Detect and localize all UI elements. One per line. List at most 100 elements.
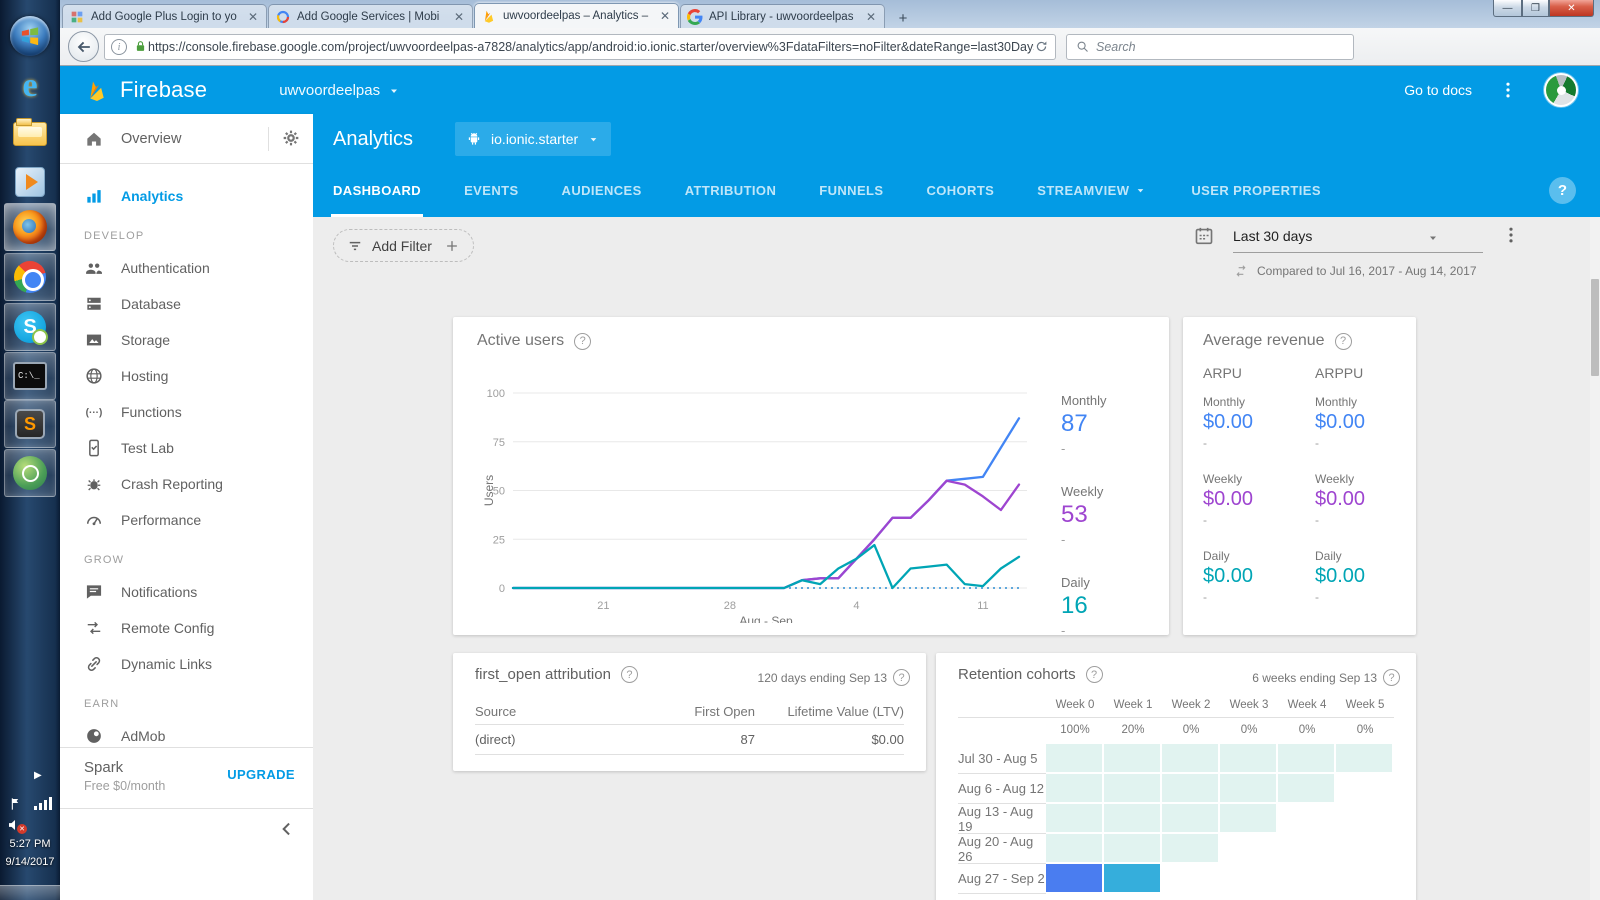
browser-tab-4[interactable]: API Library - uwvoordeelpas ✕: [680, 4, 885, 28]
sidebar-item-overview[interactable]: Overview: [60, 114, 313, 164]
sidebar-item-functions[interactable]: (···) Functions: [60, 394, 313, 430]
taskbar-ie-icon[interactable]: e: [4, 62, 56, 110]
upgrade-button[interactable]: UPGRADE: [227, 767, 295, 782]
taskbar-sublime-icon[interactable]: S: [4, 400, 56, 448]
minimize-button[interactable]: —: [1493, 0, 1522, 17]
reload-icon[interactable]: [1034, 38, 1049, 56]
date-range-value[interactable]: Last 30 days: [1233, 228, 1312, 244]
browser-tab-2[interactable]: Add Google Services | Mobi ✕: [268, 4, 473, 28]
cohort-cell: [1104, 744, 1160, 772]
sidebar-item-performance[interactable]: Performance: [60, 502, 313, 538]
show-desktop-button[interactable]: [0, 885, 60, 900]
sidebar-item-storage[interactable]: Storage: [60, 322, 313, 358]
table-row: (direct) 87 $0.00: [475, 725, 904, 755]
sidebar-item-crash-reporting[interactable]: Crash Reporting: [60, 466, 313, 502]
tab-events[interactable]: EVENTS: [464, 164, 518, 217]
bug-icon: [87, 479, 101, 491]
close-button[interactable]: ✕: [1549, 0, 1594, 17]
project-selector[interactable]: uwvoordeelpas: [279, 81, 402, 99]
attribution-table: Source First Open Lifetime Value (LTV) (dir…: [475, 699, 904, 755]
chart-icon: [87, 190, 101, 203]
tray-clock-date[interactable]: 9/14/2017: [0, 856, 60, 868]
compare-arrows-icon: [1233, 263, 1249, 279]
sidebar-item-authentication[interactable]: Authentication: [60, 250, 313, 286]
tab-funnels[interactable]: FUNNELS: [819, 164, 883, 217]
maximize-button[interactable]: ❒: [1522, 0, 1549, 17]
tab-audiences[interactable]: AUDIENCES: [562, 164, 642, 217]
app-selector[interactable]: io.ionic.starter: [455, 122, 612, 156]
sidebar-item-analytics[interactable]: Analytics: [60, 178, 313, 214]
page-info-icon[interactable]: i: [111, 39, 127, 55]
tab-attribution[interactable]: ATTRIBUTION: [685, 164, 777, 217]
network-signal-icon[interactable]: [34, 797, 52, 810]
tab-close-icon[interactable]: ✕: [864, 10, 878, 24]
taskbar-firefox-icon[interactable]: [4, 203, 56, 251]
sidebar-item-notifications[interactable]: Notifications: [60, 574, 313, 610]
people-icon: [86, 263, 102, 274]
card-period: 120 days ending Sep 13: [757, 670, 887, 685]
sidebar-item-label: Overview: [121, 130, 182, 147]
window-controls: — ❒ ✕: [1493, 0, 1594, 17]
compare-arrows-icon: [1236, 265, 1246, 277]
tab-close-icon[interactable]: ✕: [246, 10, 260, 24]
new-tab-button[interactable]: +: [890, 8, 916, 28]
scrollbar-thumb[interactable]: [1591, 279, 1599, 376]
card-period: 6 weeks ending Sep 13: [1252, 670, 1377, 685]
tab-user-properties[interactable]: USER PROPERTIES: [1191, 164, 1321, 217]
help-icon[interactable]: ?: [893, 669, 910, 686]
sidebar-item-remote-config[interactable]: Remote Config: [60, 610, 313, 646]
help-icon[interactable]: ?: [574, 332, 592, 350]
back-button[interactable]: [68, 31, 99, 62]
chevron-down-icon: [391, 89, 398, 93]
help-icon[interactable]: ?: [620, 666, 638, 683]
date-menu-icon[interactable]: [1501, 225, 1521, 245]
help-icon[interactable]: ?: [1085, 666, 1103, 683]
tab-close-icon[interactable]: ✕: [658, 9, 672, 23]
collapse-sidebar-icon[interactable]: [277, 819, 297, 839]
cohort-cell: [1046, 864, 1102, 892]
taskbar-wmp-icon[interactable]: [4, 158, 56, 206]
tab-cohorts[interactable]: COHORTS: [926, 164, 994, 217]
sidebar-item-dynamic-links[interactable]: Dynamic Links: [60, 646, 313, 682]
help-icon[interactable]: ?: [1334, 332, 1352, 350]
card-title: Retention cohorts: [958, 666, 1076, 683]
volume-muted-icon[interactable]: ✕: [6, 816, 27, 834]
tray-expand-icon[interactable]: ▶: [34, 770, 42, 781]
cohort-percent-row: 100% 20% 0% 0% 0% 0%: [1060, 724, 1374, 736]
cohort-cell: [1220, 834, 1276, 862]
sidebar-item-hosting[interactable]: Hosting: [60, 358, 313, 394]
globe-icon: [86, 368, 102, 384]
analytics-header: Analytics io.ionic.starter: [313, 114, 1600, 164]
taskbar-explorer-icon[interactable]: [4, 110, 56, 158]
tray-clock-time[interactable]: 5:27 PM: [0, 838, 60, 850]
add-filter-button[interactable]: Add Filter: [333, 229, 474, 262]
overflow-menu-icon[interactable]: [1498, 80, 1518, 100]
legend-daily: Daily 16-: [1061, 575, 1090, 638]
gear-icon[interactable]: [281, 128, 301, 148]
svg-text:Users: Users: [482, 475, 496, 506]
taskbar-cmd-icon[interactable]: C:\_: [4, 352, 56, 400]
url-text[interactable]: https://console.firebase.google.com/proj…: [148, 40, 1034, 54]
taskbar-android-studio-icon[interactable]: [4, 449, 56, 497]
tab-title: uwvoordeelpas – Analytics –: [503, 10, 649, 22]
sidebar-item-database[interactable]: Database: [60, 286, 313, 322]
sidebar-item-test-lab[interactable]: Test Lab: [60, 430, 313, 466]
cohort-cell: [1278, 804, 1334, 832]
browser-tab-1[interactable]: Add Google Plus Login to yo ✕: [62, 4, 267, 28]
magnifier-icon: [1077, 41, 1088, 53]
help-icon[interactable]: ?: [1383, 669, 1400, 686]
avatar[interactable]: [1544, 73, 1578, 107]
cohort-row: Aug 6 - Aug 12: [958, 774, 1394, 804]
tab-streamview[interactable]: STREAMVIEW: [1037, 164, 1148, 217]
help-button[interactable]: ?: [1549, 177, 1576, 204]
url-bar[interactable]: i https://console.firebase.google.com/pr…: [104, 34, 1056, 60]
go-to-docs-link[interactable]: Go to docs: [1404, 82, 1472, 98]
taskbar-start-icon[interactable]: [4, 12, 56, 60]
search-bar[interactable]: Search: [1066, 34, 1354, 60]
firebase-topbar: Firebase uwvoordeelpas Go to docs: [60, 66, 1600, 114]
tab-dashboard[interactable]: DASHBOARD: [330, 164, 424, 217]
taskbar-chrome-icon[interactable]: [4, 253, 56, 301]
tab-close-icon[interactable]: ✕: [452, 10, 466, 24]
browser-tab-3[interactable]: uwvoordeelpas – Analytics – ✕: [474, 3, 679, 28]
taskbar-skype-icon[interactable]: S: [4, 303, 56, 351]
